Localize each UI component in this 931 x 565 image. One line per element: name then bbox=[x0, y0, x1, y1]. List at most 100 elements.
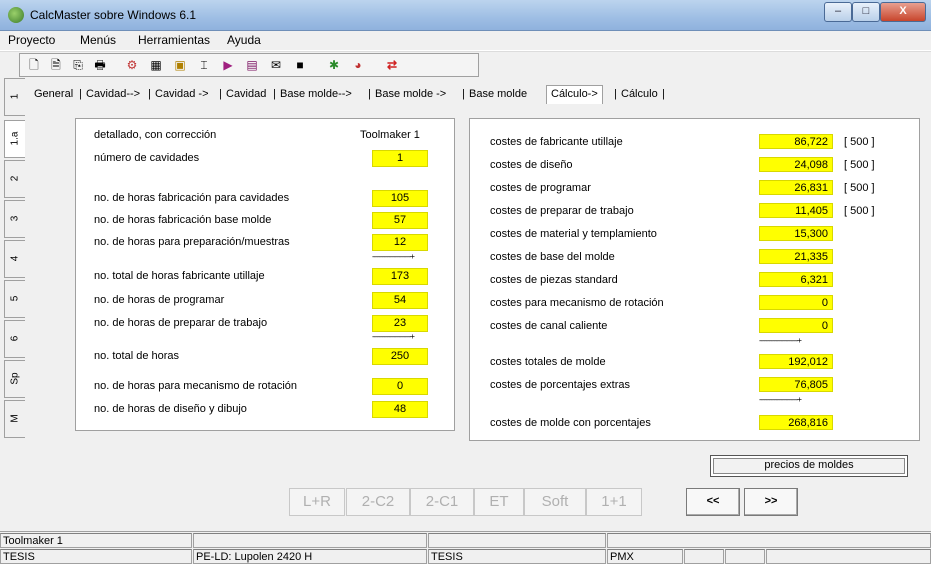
vtab-4[interactable]: 4 bbox=[4, 240, 25, 278]
maximize-button[interactable]: □ bbox=[852, 2, 880, 22]
hours-label: no. total de horas fabricante utillaje bbox=[94, 270, 265, 282]
vtab-3[interactable]: 3 bbox=[4, 200, 25, 238]
divider: -----------------------+ bbox=[372, 252, 415, 261]
minimize-button[interactable]: – bbox=[824, 2, 852, 22]
vtab-m[interactable]: M bbox=[4, 400, 25, 438]
menu-menus[interactable]: Menús bbox=[80, 33, 116, 47]
cost-value[interactable]: 11,405 bbox=[759, 203, 833, 218]
cost-value[interactable]: 268,816 bbox=[759, 415, 833, 430]
grid-icon[interactable]: ▦ bbox=[148, 57, 164, 73]
export-icon[interactable]: ▶ bbox=[220, 57, 236, 73]
status-customer: TESIS bbox=[428, 549, 606, 564]
window-title: CalcMaster sobre Windows 6.1 bbox=[30, 8, 197, 22]
hours-label: no. de horas fabricación base molde bbox=[94, 214, 272, 226]
status-empty bbox=[607, 533, 931, 548]
tab-calculo-2[interactable]: Cálculo bbox=[621, 88, 658, 100]
cost-note: [ 500 ] bbox=[844, 205, 875, 217]
mold-prices-button[interactable]: precios de moldes bbox=[710, 455, 908, 477]
one-plus-one-button[interactable]: 1+1 bbox=[586, 488, 642, 516]
hours-label: número de cavidades bbox=[94, 152, 200, 164]
status-project: TESIS bbox=[0, 549, 192, 564]
menu-bar: Proyecto Menús Herramientas Ayuda bbox=[0, 31, 931, 50]
tab-base-molde-1[interactable]: Base molde--> bbox=[280, 88, 352, 100]
tab-cavidad-3[interactable]: Cavidad bbox=[226, 88, 266, 100]
menu-ayuda[interactable]: Ayuda bbox=[227, 33, 261, 47]
hours-value[interactable]: 57 bbox=[372, 212, 428, 229]
menu-herramientas[interactable]: Herramientas bbox=[138, 33, 210, 47]
hours-value[interactable]: 48 bbox=[372, 401, 428, 418]
previous-button[interactable]: << bbox=[686, 488, 740, 516]
vtab-2[interactable]: 2 bbox=[4, 160, 25, 198]
cost-label: costes de canal caliente bbox=[490, 320, 608, 332]
2-c1-button[interactable]: 2-C1 bbox=[410, 488, 474, 516]
swap-icon[interactable]: ⇄ bbox=[384, 57, 400, 73]
cost-value[interactable]: 15,300 bbox=[759, 226, 833, 241]
cost-value[interactable]: 0 bbox=[759, 295, 833, 310]
tab-calculo-1[interactable]: Cálculo-> bbox=[546, 85, 603, 104]
envelope-icon[interactable]: ✉ bbox=[268, 57, 284, 73]
cost-value[interactable]: 192,012 bbox=[759, 354, 833, 369]
tab-general[interactable]: General bbox=[34, 88, 73, 100]
cost-value[interactable]: 86,722 bbox=[759, 134, 833, 149]
hours-label: no. de horas fabricación para cavidades bbox=[94, 192, 290, 204]
cost-label: costes de material y templamiento bbox=[490, 228, 657, 240]
hours-value[interactable]: 105 bbox=[372, 190, 428, 207]
app-icon bbox=[8, 7, 24, 23]
cost-value[interactable]: 0 bbox=[759, 318, 833, 333]
cost-value[interactable]: 6,321 bbox=[759, 272, 833, 287]
next-button[interactable]: >> bbox=[744, 488, 798, 516]
status-empty bbox=[725, 549, 765, 564]
tab-cavidad-2[interactable]: Cavidad -> bbox=[155, 88, 209, 100]
detail-label: detallado, con corrección bbox=[94, 129, 217, 141]
hours-value[interactable]: 54 bbox=[372, 292, 428, 309]
hours-value[interactable]: 0 bbox=[372, 378, 428, 395]
vtab-1a[interactable]: 1.a bbox=[4, 120, 25, 158]
gear-chart-icon[interactable]: ⚙ bbox=[124, 57, 140, 73]
module-icon[interactable]: ▣ bbox=[172, 57, 188, 73]
hours-panel: detallado, con corrección Toolmaker 1 nú… bbox=[75, 118, 455, 431]
cost-value[interactable]: 21,335 bbox=[759, 249, 833, 264]
soft-button[interactable]: Soft bbox=[524, 488, 586, 516]
2-c2-button[interactable]: 2-C2 bbox=[346, 488, 410, 516]
cost-value[interactable]: 26,831 bbox=[759, 180, 833, 195]
title-bar: CalcMaster sobre Windows 6.1 – □ X bbox=[0, 0, 931, 31]
vertical-tabs: 1 1.a 2 3 4 5 6 Sp M bbox=[4, 78, 26, 531]
hours-value[interactable]: 12 bbox=[372, 234, 428, 251]
table-icon[interactable]: ▤ bbox=[244, 57, 260, 73]
lr-button[interactable]: L+R bbox=[289, 488, 345, 516]
divider: -----------------------+ bbox=[372, 332, 415, 341]
globe-icon[interactable]: ◕ bbox=[350, 57, 366, 73]
hours-value[interactable]: 173 bbox=[372, 268, 428, 285]
hours-value[interactable]: 250 bbox=[372, 348, 428, 365]
new-icon[interactable]: 🗋 bbox=[26, 57, 42, 73]
cost-label: costes de base del molde bbox=[490, 251, 615, 263]
close-button[interactable]: X bbox=[880, 2, 926, 22]
divider: -----------------------+ bbox=[759, 336, 802, 345]
tab-base-molde-2[interactable]: Base molde -> bbox=[375, 88, 446, 100]
status-empty bbox=[766, 549, 931, 564]
vtab-1[interactable]: 1 bbox=[4, 78, 25, 116]
menu-proyecto[interactable]: Proyecto bbox=[8, 33, 55, 47]
print-icon[interactable]: 🖶 bbox=[92, 57, 108, 73]
vtab-6[interactable]: 6 bbox=[4, 320, 25, 358]
open-icon[interactable]: 🗎 bbox=[48, 57, 64, 73]
vtab-sp[interactable]: Sp bbox=[4, 360, 25, 398]
cost-label: costes para mecanismo de rotación bbox=[490, 297, 664, 309]
cost-value[interactable]: 24,098 bbox=[759, 157, 833, 172]
square-icon[interactable]: ■ bbox=[292, 57, 308, 73]
tab-base-molde-3[interactable]: Base molde bbox=[469, 88, 527, 100]
hours-value[interactable]: 23 bbox=[372, 315, 428, 332]
cost-label: costes totales de molde bbox=[490, 356, 606, 368]
hours-value[interactable]: 1 bbox=[372, 150, 428, 167]
hours-label: no. de horas de diseño y dibujo bbox=[94, 403, 247, 415]
status-toolmaker: Toolmaker 1 bbox=[0, 533, 192, 548]
cost-label: costes de fabricante utillaje bbox=[490, 136, 623, 148]
bug-icon[interactable]: ✱ bbox=[326, 57, 342, 73]
cost-label: costes de porcentajes extras bbox=[490, 379, 631, 391]
vtab-5[interactable]: 5 bbox=[4, 280, 25, 318]
align-icon[interactable]: ⌶ bbox=[196, 57, 212, 73]
et-button[interactable]: ET bbox=[474, 488, 524, 516]
cost-value[interactable]: 76,805 bbox=[759, 377, 833, 392]
copy-icon[interactable]: ⎘ bbox=[70, 57, 86, 73]
tab-cavidad-1[interactable]: Cavidad--> bbox=[86, 88, 140, 100]
